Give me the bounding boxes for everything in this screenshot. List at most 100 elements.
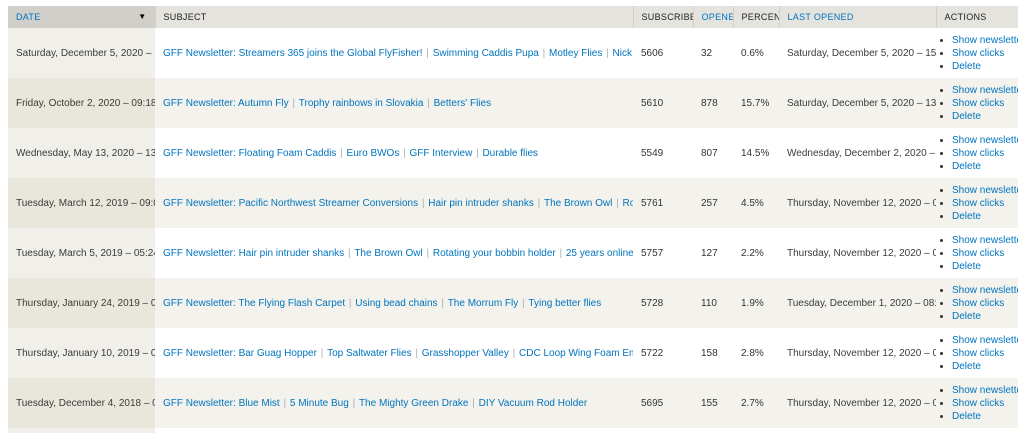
column-header-date[interactable]: Date ▼	[8, 6, 155, 28]
subject-link[interactable]: Tying better flies	[528, 298, 601, 309]
show-clicks-link[interactable]: Show clicks	[952, 48, 1004, 59]
sort-descending-icon[interactable]: ▼	[138, 13, 146, 21]
percent-cell: 1.9%	[733, 278, 779, 328]
subject-link[interactable]: Using bead chains	[355, 298, 437, 309]
show-clicks-link[interactable]: Show clicks	[952, 198, 1004, 209]
subject-link[interactable]: Durable flies	[482, 148, 538, 159]
subject-link[interactable]: Swimming Caddis Pupa	[433, 48, 539, 59]
show-newsletter-link[interactable]: Show newsletter	[952, 335, 1018, 346]
date-cell: Wednesday, May 13, 2020 – 13:23	[8, 128, 155, 178]
delete-link[interactable]: Delete	[952, 111, 981, 122]
subscribers-cell: 5606	[633, 28, 693, 78]
show-clicks-link[interactable]: Show clicks	[952, 148, 1004, 159]
subject-link[interactable]: The Brown Owl	[544, 198, 612, 209]
subject-link[interactable]: GFF Newsletter: The Flying Flash Carpet	[163, 298, 345, 309]
subject-link[interactable]: Euro BWOs	[347, 148, 400, 159]
subject-link[interactable]: GFF Newsletter: Bar Guag Hopper	[163, 348, 317, 359]
delete-link[interactable]: Delete	[952, 161, 981, 172]
subject-link[interactable]: GFF Interview	[410, 148, 473, 159]
subject-link[interactable]: Hair pin intruder shanks	[428, 198, 534, 209]
subject-link[interactable]: GFF Newsletter: Streamers 365 joins the …	[163, 48, 423, 59]
actions-list: Show newsletter Show clicks Delete	[938, 384, 1018, 423]
subscribers-cell	[633, 428, 693, 433]
subject-separator: |	[280, 398, 290, 409]
subject-link[interactable]: GFF Newsletter: Pacific Northwest Stream…	[163, 198, 418, 209]
subject-link[interactable]: The Mighty Green Drake	[359, 398, 469, 409]
subject-separator: |	[438, 298, 448, 309]
column-header-opened[interactable]: Opened	[693, 6, 733, 28]
subject-link[interactable]: Grasshopper Valley	[422, 348, 509, 359]
subject-cell: GFF Newsletter: Autumn Fly | Trophy rain…	[155, 78, 633, 128]
sort-by-date-link[interactable]: Date	[16, 12, 41, 22]
newsletter-admin-page: Date ▼ Subject Subscribers Opened Percen…	[0, 0, 1024, 433]
date-cell: Tuesday, March 12, 2019 – 09:06	[8, 178, 155, 228]
percent-cell	[733, 428, 779, 433]
subject-link[interactable]: CDC Loop Wing Foam Emerger	[519, 348, 633, 359]
subject-link[interactable]: DIY Vacuum Rod Holder	[479, 398, 588, 409]
delete-link[interactable]: Delete	[952, 411, 981, 422]
show-clicks-link[interactable]: Show clicks	[952, 348, 1004, 359]
subject-link[interactable]: 25 years online!	[566, 248, 633, 259]
show-newsletter-link[interactable]: Show newsletter	[952, 35, 1018, 46]
subject-link[interactable]: Rotating your bobbin holder	[433, 248, 556, 259]
sort-by-last-opened-link[interactable]: Last opened	[788, 12, 854, 22]
delete-link[interactable]: Delete	[952, 211, 981, 222]
actions-cell: Show newsletter Show clicks Delete	[936, 378, 1018, 428]
delete-link[interactable]: Delete	[952, 261, 981, 272]
last-opened-cell: Tuesday, December 1, 2020 – 08:05	[779, 278, 936, 328]
show-newsletter-link[interactable]: Show newsletter	[952, 385, 1018, 396]
subject-link[interactable]: GFF Newsletter: Blue Mist	[163, 398, 280, 409]
subject-separator: |	[612, 198, 622, 209]
opened-cell: 155	[693, 378, 733, 428]
actions-list: Show newsletter Show clicks Delete	[938, 334, 1018, 373]
show-newsletter-link[interactable]: Show newsletter	[952, 235, 1018, 246]
subject-separator: |	[539, 48, 549, 59]
subject-link[interactable]: Motley Flies	[549, 48, 602, 59]
subject-link[interactable]: The Brown Owl	[354, 248, 422, 259]
show-newsletter-link[interactable]: Show newsletter	[952, 185, 1018, 196]
subject-link[interactable]: GFF Newsletter: Autumn Fly	[163, 98, 289, 109]
show-newsletter-link[interactable]: Show newsletter	[952, 85, 1018, 96]
subject-link[interactable]: GFF Newsletter: Floating Foam Caddis	[163, 148, 336, 159]
show-clicks-link[interactable]: Show clicks	[952, 398, 1004, 409]
delete-link[interactable]: Delete	[952, 361, 981, 372]
subject-link[interactable]: 5 Minute Bug	[290, 398, 349, 409]
actions-list: Show newsletter Show clicks Delete	[938, 284, 1018, 323]
delete-link[interactable]: Delete	[952, 311, 981, 322]
show-clicks-link[interactable]: Show clicks	[952, 298, 1004, 309]
subject-cell: GFF Newsletter: Hair pin intruder shanks…	[155, 228, 633, 278]
table-row: Thursday, January 24, 2019 – 03:58 GFF N…	[8, 278, 1018, 328]
actions-cell: Show newsletter Show clicks Delete	[936, 228, 1018, 278]
subject-link[interactable]: Betters' Flies	[434, 98, 491, 109]
column-header-last-opened[interactable]: Last opened	[779, 6, 936, 28]
last-opened-cell	[779, 428, 936, 433]
sort-by-opened-link[interactable]: Opened	[702, 12, 734, 22]
subject-separator: |	[472, 148, 482, 159]
actions-list: Show newsletter Show clicks Delete	[938, 34, 1018, 73]
percent-cell: 4.5%	[733, 178, 779, 228]
subscribers-cell: 5722	[633, 328, 693, 378]
percent-cell: 2.7%	[733, 378, 779, 428]
show-clicks-link[interactable]: Show clicks	[952, 98, 1004, 109]
table-row	[8, 428, 1018, 433]
subject-link[interactable]: The Morrum Fly	[448, 298, 519, 309]
subject-link[interactable]: Nick Mayer	[613, 48, 633, 59]
column-header-subject: Subject	[155, 6, 633, 28]
opened-cell: 32	[693, 28, 733, 78]
show-newsletter-link[interactable]: Show newsletter	[952, 135, 1018, 146]
newsletter-table: Date ▼ Subject Subscribers Opened Percen…	[8, 6, 1018, 433]
table-header: Date ▼ Subject Subscribers Opened Percen…	[8, 6, 1018, 28]
subject-link[interactable]: Trophy rainbows in Slovakia	[299, 98, 424, 109]
last-opened-cell: Thursday, November 12, 2020 – 00:43	[779, 378, 936, 428]
show-clicks-link[interactable]: Show clicks	[952, 248, 1004, 259]
subject-separator: |	[344, 248, 354, 259]
subject-link[interactable]: Rotating your bobbin holder	[623, 198, 633, 209]
subject-link[interactable]: Top Saltwater Flies	[327, 348, 411, 359]
date-cell: Saturday, December 5, 2020 – 14:04	[8, 28, 155, 78]
opened-cell	[693, 428, 733, 433]
delete-link[interactable]: Delete	[952, 61, 981, 72]
subject-link[interactable]: GFF Newsletter: Hair pin intruder shanks	[163, 248, 344, 259]
subject-separator: |	[423, 48, 433, 59]
show-newsletter-link[interactable]: Show newsletter	[952, 285, 1018, 296]
date-cell: Tuesday, March 5, 2019 – 05:24	[8, 228, 155, 278]
